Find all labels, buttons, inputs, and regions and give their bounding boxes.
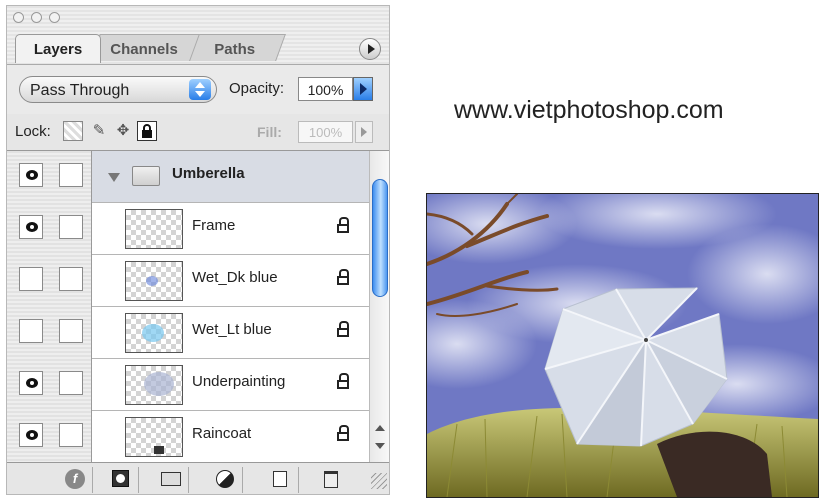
layer-thumbnail	[125, 365, 183, 405]
scroll-down-arrow-icon[interactable]	[375, 443, 385, 449]
delete-layer-button[interactable]	[313, 467, 349, 493]
fill-input[interactable]: 100%	[298, 121, 353, 143]
lock-icon	[337, 425, 349, 442]
resize-grip-icon[interactable]	[371, 473, 387, 489]
layer-row[interactable]: Underpainting	[7, 359, 369, 411]
add-mask-button[interactable]	[103, 467, 139, 493]
link-toggle[interactable]	[59, 423, 83, 447]
expand-triangle-icon[interactable]	[108, 173, 120, 182]
zoom-window-button[interactable]	[49, 12, 60, 23]
new-group-button[interactable]	[153, 467, 189, 493]
fx-icon: f	[65, 469, 85, 489]
new-layer-icon	[273, 471, 287, 487]
trash-icon	[324, 471, 338, 488]
visibility-toggle[interactable]	[19, 319, 43, 343]
scroll-up-arrow-icon[interactable]	[375, 425, 385, 431]
lock-move-icon[interactable]: ✥	[113, 121, 133, 141]
layer-name: Frame	[192, 217, 236, 234]
blend-mode-select[interactable]: Pass Through	[19, 76, 217, 103]
lock-icon	[337, 217, 349, 234]
website-url: www.vietphotoshop.com	[454, 96, 724, 124]
panel-bottom-bar: f	[7, 462, 389, 494]
lock-label: Lock:	[15, 123, 51, 140]
layer-thumbnail	[125, 209, 183, 249]
layer-name: Wet_Lt blue	[192, 321, 272, 338]
panel-tabs: Paths Channels Layers	[15, 34, 385, 63]
artwork-preview	[377, 179, 819, 498]
folder-icon	[132, 166, 160, 186]
close-window-button[interactable]	[13, 12, 24, 23]
tab-paths[interactable]: Paths	[184, 34, 286, 61]
lock-icon	[337, 269, 349, 286]
layer-name: Raincoat	[192, 425, 252, 442]
adjustment-layer-button[interactable]	[207, 467, 243, 493]
fill-label: Fill:	[257, 124, 282, 140]
layer-thumbnail	[125, 261, 183, 301]
tab-channels[interactable]: Channels	[90, 34, 200, 61]
folder-icon	[161, 472, 181, 486]
tab-layers[interactable]: Layers	[15, 34, 101, 63]
layer-style-button[interactable]: f	[57, 467, 93, 493]
link-toggle[interactable]	[59, 163, 83, 187]
layers-scrollbar[interactable]	[369, 151, 389, 462]
eye-icon	[26, 430, 38, 440]
lock-icon	[337, 373, 349, 390]
layer-row[interactable]: Wet_Dk blue	[7, 255, 369, 307]
layer-row[interactable]: Wet_Lt blue	[7, 307, 369, 359]
layer-thumbnail	[125, 313, 183, 353]
opacity-input[interactable]: 100%	[298, 77, 353, 101]
panel-titlebar	[7, 6, 389, 30]
layer-row[interactable]: Frame	[7, 203, 369, 255]
new-layer-button[interactable]	[263, 467, 299, 493]
link-toggle[interactable]	[59, 371, 83, 395]
layers-list: Umberella Frame Wet_Dk blue Wet_Lt blue …	[7, 151, 369, 462]
eye-icon	[26, 222, 38, 232]
scrollbar-thumb[interactable]	[372, 179, 388, 297]
visibility-toggle[interactable]	[19, 423, 43, 447]
layer-row[interactable]: Raincoat	[7, 411, 369, 462]
lock-all-icon[interactable]	[137, 121, 157, 141]
blend-mode-value: Pass Through	[30, 82, 130, 99]
eye-icon	[26, 170, 38, 180]
lock-icon	[337, 321, 349, 338]
visibility-toggle[interactable]	[19, 371, 43, 395]
layer-name: Wet_Dk blue	[192, 269, 278, 286]
layer-thumbnail	[125, 417, 183, 457]
eye-icon	[26, 378, 38, 388]
mask-icon	[112, 470, 129, 487]
minimize-window-button[interactable]	[31, 12, 42, 23]
visibility-toggle[interactable]	[19, 267, 43, 291]
blend-options-bar: Pass Through Opacity: 100%	[7, 64, 389, 116]
updown-arrows-icon	[189, 79, 211, 100]
lock-brush-icon[interactable]: ✎	[89, 121, 109, 141]
umbrella-painting	[377, 179, 819, 498]
link-toggle[interactable]	[59, 267, 83, 291]
group-name: Umberella	[172, 165, 245, 182]
link-toggle[interactable]	[59, 319, 83, 343]
panel-menu-button[interactable]	[359, 38, 381, 60]
visibility-toggle[interactable]	[19, 163, 43, 187]
opacity-label: Opacity:	[229, 80, 285, 97]
layers-panel: Paths Channels Layers Pass Through Opaci…	[6, 5, 390, 495]
fill-slider-button[interactable]	[355, 121, 373, 143]
layer-group-row[interactable]: Umberella	[7, 151, 369, 203]
lock-transparency-icon[interactable]	[63, 121, 83, 141]
opacity-slider-button[interactable]	[353, 77, 373, 101]
visibility-toggle[interactable]	[19, 215, 43, 239]
adjustment-icon	[216, 470, 234, 488]
layer-name: Underpainting	[192, 373, 286, 390]
lock-bar: Lock: ✎ ✥ Fill: 100%	[7, 114, 389, 151]
link-toggle[interactable]	[59, 215, 83, 239]
